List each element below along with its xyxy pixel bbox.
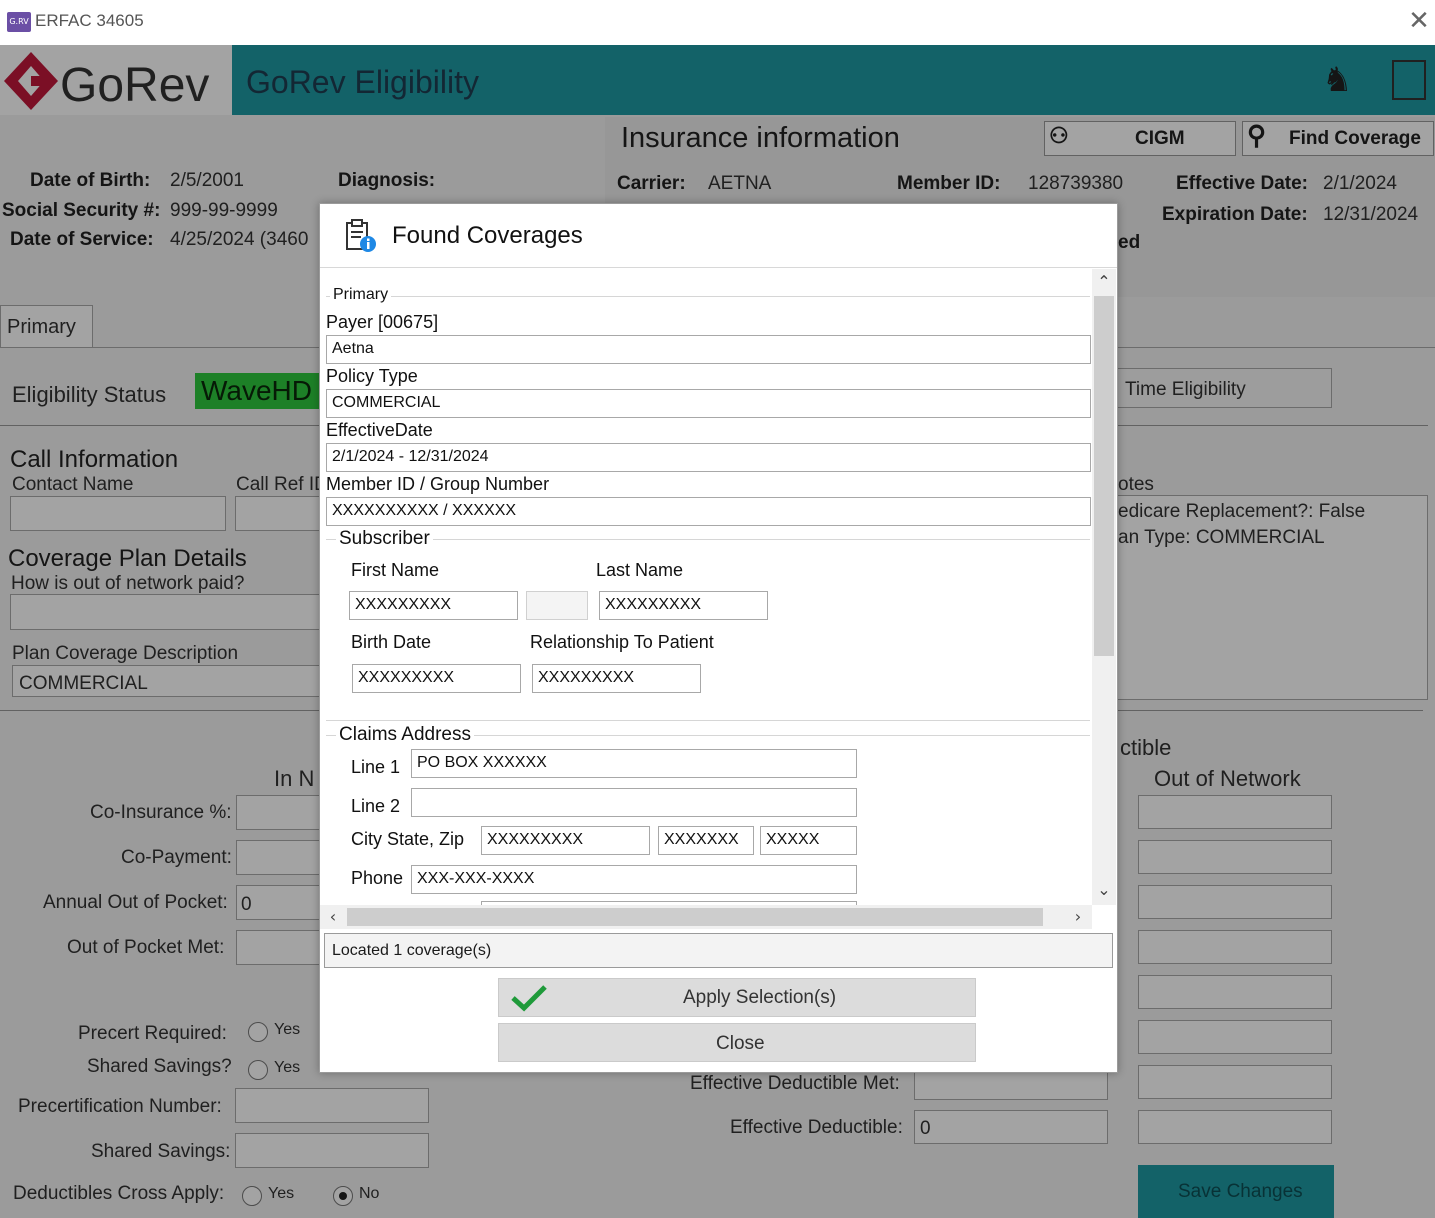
first-name-label: First Name (351, 560, 440, 580)
effective-date-label-dlg: EffectiveDate (326, 420, 433, 440)
birth-date-field[interactable]: XXXXXXXXX (352, 664, 521, 693)
apply-selection-button[interactable]: Apply Selection(s) (498, 978, 976, 1017)
subscriber-group-border (326, 539, 1090, 540)
subscriber-group-bottom (326, 720, 1090, 721)
first-name-field[interactable]: XXXXXXXXX (349, 591, 518, 620)
city-field[interactable]: XXXXXXXXX (481, 826, 650, 855)
vertical-scroll-thumb[interactable] (1094, 296, 1114, 656)
window-title: ERFAC 34605 (35, 11, 144, 30)
close-label: Close (716, 1033, 765, 1054)
checkmark-icon (511, 985, 547, 1012)
primary-group-border (326, 296, 1090, 297)
line1-label: Line 1 (351, 757, 401, 777)
line2-label: Line 2 (351, 796, 401, 816)
birth-date-label: Birth Date (351, 632, 432, 652)
payer-label: Payer [00675] (326, 312, 439, 332)
state-field[interactable]: XXXXXXX (658, 826, 754, 855)
phone-field[interactable]: XXX-XXX-XXXX (411, 865, 857, 894)
phone-label: Phone (351, 868, 404, 888)
document-info-icon (346, 219, 376, 252)
apply-selection-label: Apply Selection(s) (683, 987, 837, 1008)
dialog-title: Found Coverages (392, 222, 583, 249)
scroll-down-icon[interactable]: ⌄ (1094, 880, 1114, 899)
window-titlebar: G.RV ERFAC 34605 ✕ (0, 0, 1435, 45)
policy-type-label: Policy Type (326, 366, 418, 386)
window-close-icon[interactable]: ✕ (1404, 6, 1434, 36)
claims-group-title: Claims Address (336, 724, 474, 746)
payer-field[interactable]: Aetna (326, 335, 1091, 364)
relationship-label: Relationship To Patient (530, 632, 714, 652)
middle-name-field[interactable] (526, 591, 588, 620)
scroll-up-icon[interactable]: ⌃ (1094, 272, 1114, 291)
scroll-right-icon[interactable]: › (1068, 907, 1088, 926)
subscriber-group-title: Subscriber (336, 528, 433, 550)
line1-field[interactable]: PO BOX XXXXXX (411, 749, 857, 778)
close-button[interactable]: Close (498, 1023, 976, 1062)
zip-field[interactable]: XXXXX (760, 826, 857, 855)
primary-group-title: Primary (330, 286, 392, 304)
scroll-left-icon[interactable]: ‹ (323, 907, 343, 926)
city-state-zip-label: City State, Zip (351, 829, 465, 849)
member-group-field[interactable]: XXXXXXXXXX / XXXXXX (326, 497, 1091, 526)
member-group-label: Member ID / Group Number (326, 474, 550, 494)
line2-field[interactable] (411, 788, 857, 817)
status-bar: Located 1 coverage(s) (324, 933, 1113, 968)
last-name-field[interactable]: XXXXXXXXX (599, 591, 768, 620)
horizontal-scroll-thumb[interactable] (347, 908, 1043, 926)
app-icon: G.RV (7, 12, 31, 32)
policy-type-field[interactable]: COMMERCIAL (326, 389, 1091, 418)
relationship-field[interactable]: XXXXXXXXX (532, 664, 701, 693)
last-name-label: Last Name (596, 560, 684, 580)
effective-date-field[interactable]: 2/1/2024 - 12/31/2024 (326, 443, 1091, 472)
